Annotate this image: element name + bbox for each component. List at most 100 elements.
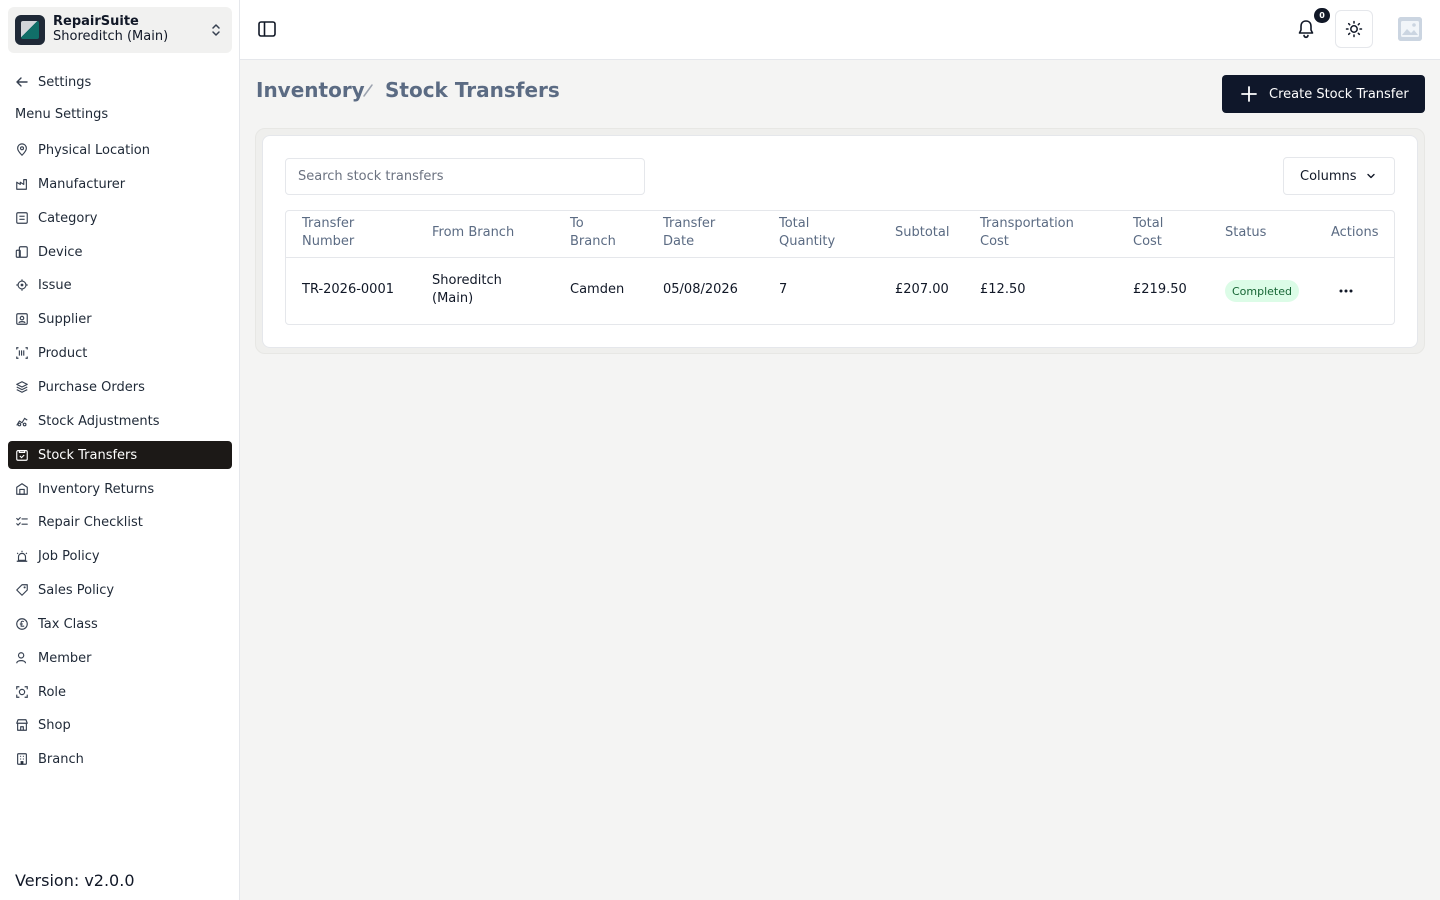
sidebar-item-branch[interactable]: Branch bbox=[8, 745, 232, 773]
adjust-icon bbox=[14, 413, 30, 429]
column-header-actions: Actions bbox=[1331, 225, 1379, 240]
sidebar-item-label: Product bbox=[38, 345, 88, 361]
create-button-label: Create Stock Transfer bbox=[1269, 86, 1409, 102]
cell-total-cost: £219.50 bbox=[1133, 282, 1187, 297]
chevron-down-icon bbox=[1366, 173, 1375, 179]
shop-logo bbox=[15, 15, 45, 45]
sidebar-item-tax-class[interactable]: Tax Class bbox=[8, 610, 232, 638]
sidebar-item-supplier[interactable]: Supplier bbox=[8, 305, 232, 333]
column-header-transfer-date[interactable]: Transfer Date bbox=[663, 215, 715, 251]
breadcrumb-inventory[interactable]: Inventory bbox=[256, 78, 365, 102]
notification-bell-icon[interactable] bbox=[1295, 18, 1317, 40]
sidebar-item-inventory-returns[interactable]: Inventory Returns bbox=[8, 475, 232, 503]
supplier-icon bbox=[14, 311, 30, 327]
sidebar-item-label: Inventory Returns bbox=[38, 481, 155, 497]
column-header-to-branch[interactable]: To Branch bbox=[570, 215, 616, 251]
factory-icon bbox=[14, 176, 30, 192]
sidebar-item-label: Purchase Orders bbox=[38, 379, 145, 395]
pound-icon bbox=[14, 616, 30, 632]
column-header-total-cost[interactable]: Total Cost bbox=[1133, 215, 1163, 251]
sidebar-item-physical-location[interactable]: Physical Location bbox=[8, 136, 232, 164]
cell-transportation-cost: £12.50 bbox=[980, 282, 1026, 297]
cell-to-branch: Camden bbox=[570, 282, 625, 297]
sidebar-item-label: Job Policy bbox=[38, 548, 100, 564]
sidebar: RepairSuite Shoreditch (Main) Settings M… bbox=[0, 0, 240, 900]
sidebar-item-label: Tax Class bbox=[38, 616, 98, 632]
header-divider bbox=[286, 257, 1394, 258]
layers-icon bbox=[14, 379, 30, 395]
column-header-from-branch[interactable]: From Branch bbox=[432, 224, 514, 242]
sidebar-item-issue[interactable]: Issue bbox=[8, 271, 232, 299]
sidebar-item-shop[interactable]: Shop bbox=[8, 711, 232, 739]
page-title: Stock Transfers bbox=[385, 78, 560, 102]
sidebar-item-label: Stock Adjustments bbox=[38, 413, 160, 429]
top-bar: 0 bbox=[240, 0, 1440, 60]
breadcrumb-separator-icon bbox=[363, 84, 373, 97]
notification-count-badge: 0 bbox=[1314, 8, 1330, 23]
sidebar-item-label: Manufacturer bbox=[38, 176, 126, 192]
column-header-status[interactable]: Status bbox=[1225, 224, 1266, 242]
cell-transfer-date: 05/08/2026 bbox=[663, 282, 738, 297]
building-icon bbox=[14, 751, 30, 767]
category-icon bbox=[14, 210, 30, 226]
columns-label: Columns bbox=[1300, 168, 1357, 184]
search-input[interactable] bbox=[285, 158, 645, 195]
theme-toggle-button[interactable] bbox=[1335, 10, 1373, 48]
menu-settings-heading: Menu Settings bbox=[15, 107, 109, 122]
siren-icon bbox=[14, 548, 30, 564]
sidebar-item-category[interactable]: Category bbox=[8, 204, 232, 232]
sidebar-item-sales-policy[interactable]: Sales Policy bbox=[8, 576, 232, 604]
sidebar-item-label: Sales Policy bbox=[38, 582, 115, 598]
user-avatar[interactable] bbox=[1398, 17, 1422, 41]
sidebar-item-label: Issue bbox=[38, 277, 72, 293]
stock-transfers-table: Transfer Number From Branch To Branch Tran… bbox=[285, 210, 1395, 325]
tag-icon bbox=[14, 582, 30, 598]
create-stock-transfer-button[interactable]: Create Stock Transfer bbox=[1222, 75, 1425, 113]
back-label: Settings bbox=[38, 74, 92, 90]
bug-icon bbox=[14, 277, 30, 293]
sidebar-item-product[interactable]: Product bbox=[8, 339, 232, 367]
role-icon bbox=[14, 684, 30, 700]
sidebar-item-label: Role bbox=[38, 684, 67, 700]
sidebar-item-job-policy[interactable]: Job Policy bbox=[8, 542, 232, 570]
return-icon bbox=[14, 481, 30, 497]
column-header-total-quantity[interactable]: Total Quantity bbox=[779, 215, 835, 251]
column-header-subtotal[interactable]: Subtotal bbox=[895, 224, 949, 242]
sidebar-toggle-icon[interactable] bbox=[257, 19, 277, 39]
columns-dropdown-button[interactable]: Columns bbox=[1283, 157, 1395, 195]
cell-transfer-number: TR-2026-0001 bbox=[302, 282, 394, 297]
barcode-icon bbox=[14, 345, 30, 361]
sidebar-item-repair-checklist[interactable]: Repair Checklist bbox=[8, 508, 232, 536]
sidebar-item-stock-transfers[interactable]: Stock Transfers bbox=[8, 441, 232, 469]
column-header-transportation-cost[interactable]: Transportation Cost bbox=[980, 215, 1074, 251]
branch-name: Shoreditch (Main) bbox=[53, 29, 169, 44]
chevron-up-down-icon bbox=[212, 24, 220, 36]
sidebar-item-label: Category bbox=[38, 210, 98, 226]
sidebar-item-stock-adjustments[interactable]: Stock Adjustments bbox=[8, 407, 232, 435]
store-icon bbox=[14, 717, 30, 733]
status-badge: Completed bbox=[1225, 280, 1299, 302]
map-pin-icon bbox=[14, 142, 30, 158]
back-to-settings-link[interactable]: Settings bbox=[8, 68, 232, 96]
devices-icon bbox=[14, 244, 30, 260]
more-horizontal-icon bbox=[1339, 289, 1353, 293]
row-actions-button[interactable] bbox=[1336, 281, 1356, 301]
sidebar-item-member[interactable]: Member bbox=[8, 644, 232, 672]
column-header-transfer-number[interactable]: Transfer Number bbox=[302, 215, 354, 251]
user-icon bbox=[14, 650, 30, 666]
image-placeholder-icon bbox=[1398, 17, 1422, 41]
sidebar-item-label: Stock Transfers bbox=[38, 447, 138, 463]
shop-switcher[interactable]: RepairSuite Shoreditch (Main) bbox=[8, 7, 232, 53]
sidebar-item-device[interactable]: Device bbox=[8, 238, 232, 266]
sidebar-item-purchase-orders[interactable]: Purchase Orders bbox=[8, 373, 232, 401]
cell-subtotal: £207.00 bbox=[895, 282, 949, 297]
sun-icon bbox=[1345, 20, 1363, 38]
sidebar-item-manufacturer[interactable]: Manufacturer bbox=[8, 170, 232, 198]
checklist-icon bbox=[14, 514, 30, 530]
sidebar-item-role[interactable]: Role bbox=[8, 678, 232, 706]
sidebar-item-label: Branch bbox=[38, 751, 84, 767]
cell-total-quantity: 7 bbox=[779, 282, 788, 297]
arrow-left-icon bbox=[14, 74, 30, 90]
sidebar-item-label: Supplier bbox=[38, 311, 92, 327]
sidebar-item-label: Repair Checklist bbox=[38, 514, 143, 530]
